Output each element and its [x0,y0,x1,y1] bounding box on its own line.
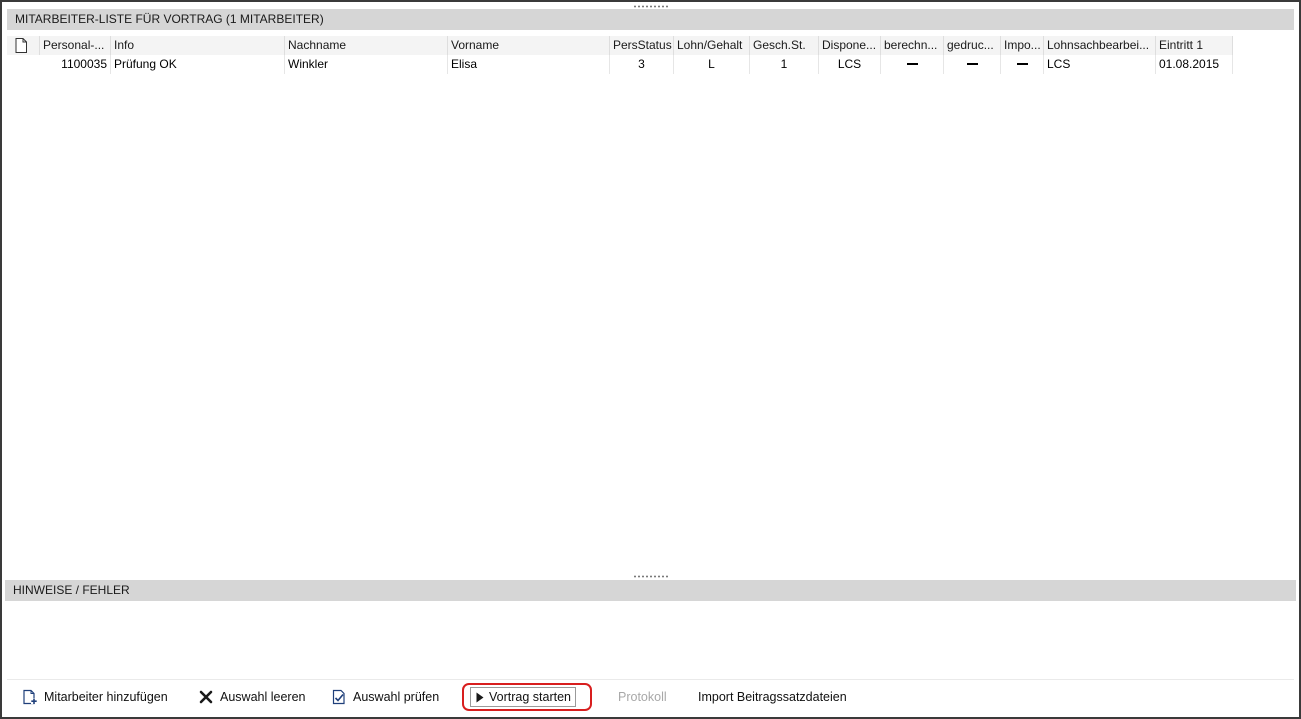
column-header-info[interactable]: Info [111,36,285,55]
column-header-importiert[interactable]: Impo... [1001,36,1044,55]
unchecked-dash-icon [906,62,918,65]
column-header-lohn-gehalt[interactable]: Lohn/Gehalt [674,36,750,55]
cell-nachname: Winkler [285,55,448,74]
column-header-row-selector[interactable] [7,36,40,55]
clear-selection-button[interactable]: Auswahl leeren [198,685,305,709]
splitter-grip-top[interactable] [632,5,669,8]
clear-selection-label: Auswahl leeren [220,690,306,704]
start-transfer-button[interactable]: Vortrag starten [462,683,592,711]
check-selection-button[interactable]: Auswahl prüfen [331,685,439,709]
start-transfer-focus-box: Vortrag starten [470,687,576,707]
cell-personal-nr: 1100035 [40,55,111,74]
cell-persstatus: 3 [610,55,674,74]
column-header-vorname[interactable]: Vorname [448,36,610,55]
column-header-gesch-st[interactable]: Gesch.St. [750,36,819,55]
column-header-lohnsachbearbeiter[interactable]: Lohnsachbearbei... [1044,36,1156,55]
cell-lohnsachbearbeiter: LCS [1044,55,1156,74]
cell-eintritt: 01.08.2015 [1156,55,1233,74]
employee-grid: Personal-... Info Nachname Vorname PersS… [7,36,1294,574]
cell-lohn-gehalt: L [674,55,750,74]
transfer-window: MITARBEITER-LISTE FÜR VORTRAG (1 MITARBE… [0,0,1301,719]
column-header-persstatus[interactable]: PersStatus [610,36,674,55]
column-header-personal-nr[interactable]: Personal-... [40,36,111,55]
hints-panel [7,602,1294,678]
splitter-grip-middle[interactable] [632,575,669,578]
close-x-icon [198,689,214,705]
column-header-nachname[interactable]: Nachname [285,36,448,55]
cell-info: Prüfung OK [111,55,285,74]
protocol-label: Protokoll [618,690,667,704]
employee-list-header: MITARBEITER-LISTE FÜR VORTRAG (1 MITARBE… [7,9,1294,30]
cell-berechnet [881,55,944,74]
check-selection-label: Auswahl prüfen [353,690,440,704]
checklist-icon [331,689,347,705]
play-triangle-icon [475,689,485,705]
column-header-gedruckt[interactable]: gedruc... [944,36,1001,55]
cell-gesch-st: 1 [750,55,819,74]
import-contribution-files-button[interactable]: Import Beitragssatzdateien [698,685,847,709]
bottom-toolbar: Mitarbeiter hinzufügen Auswahl leeren Au… [7,679,1294,713]
import-contribution-files-label: Import Beitragssatzdateien [698,690,847,704]
hints-header: HINWEISE / FEHLER [5,580,1296,601]
page-icon [15,38,27,53]
grid-header-row: Personal-... Info Nachname Vorname PersS… [7,36,1233,55]
employee-list-title: MITARBEITER-LISTE FÜR VORTRAG (1 MITARBE… [15,12,324,26]
add-document-icon [22,689,38,705]
add-employee-button[interactable]: Mitarbeiter hinzufügen [22,685,168,709]
cell-gedruckt [944,55,1001,74]
hints-title: HINWEISE / FEHLER [13,583,130,597]
column-header-disponent[interactable]: Dispone... [819,36,881,55]
unchecked-dash-icon [966,62,978,65]
table-row[interactable]: 1100035 Prüfung OK Winkler Elisa 3 L 1 L… [7,55,1233,74]
cell-disponent: LCS [819,55,881,74]
protocol-button[interactable]: Protokoll [618,685,667,709]
cell-importiert [1001,55,1044,74]
start-transfer-label: Vortrag starten [489,690,571,704]
row-selector[interactable] [7,55,40,74]
column-header-eintritt[interactable]: Eintritt 1 [1156,36,1233,55]
unchecked-dash-icon [1016,62,1028,65]
column-header-berechnet[interactable]: berechn... [881,36,944,55]
cell-vorname: Elisa [448,55,610,74]
add-employee-label: Mitarbeiter hinzufügen [44,690,168,704]
